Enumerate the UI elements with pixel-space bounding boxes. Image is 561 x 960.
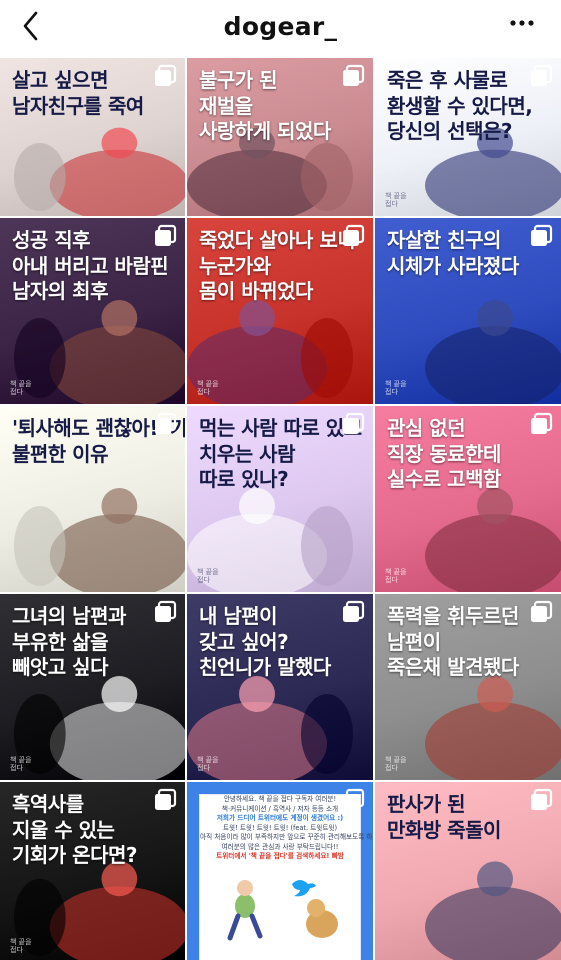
post-tile[interactable]: 자살한 친구의 시체가 사라졌다 책 끝을 접다 bbox=[375, 218, 561, 404]
post-tile[interactable]: 그녀의 남편과 부유한 삶을 빼앗고 싶다 책 끝을 접다 bbox=[0, 594, 185, 780]
post-title-line: 죽은채 발견됐다 bbox=[387, 655, 519, 680]
post-tile[interactable]: 판사가 된 만화방 죽돌이 bbox=[375, 782, 561, 960]
carousel-icon bbox=[155, 64, 177, 86]
watermark-logo: 책 끝을 접다 bbox=[385, 756, 407, 772]
notice-card: 안녕하세요. 책 끝을 접다 구독자 여러분! 책·커뮤니케이션 / 흑역사 / … bbox=[199, 794, 373, 960]
post-title-line: 환생할 수 있다면, bbox=[387, 93, 533, 118]
watermark-line: 책 끝을 bbox=[10, 937, 32, 946]
watermark-line: 책 끝을 bbox=[385, 755, 407, 764]
watermark-line: 접다 bbox=[197, 763, 210, 772]
more-horizontal-icon[interactable] bbox=[509, 18, 535, 28]
post-title-line: 아내 버리고 바람핀 bbox=[12, 253, 169, 278]
notice-line: 여러분의 많은 관심과 사랑 부탁드립니다!! bbox=[221, 842, 339, 851]
carousel-icon bbox=[343, 64, 365, 86]
watermark-logo: 책 끝을 접다 bbox=[385, 568, 407, 584]
watermark-line: 책 끝을 bbox=[385, 191, 407, 200]
post-title-line: 치우는 사람 bbox=[199, 441, 295, 466]
watermark-line: 책 끝을 bbox=[385, 567, 407, 576]
carousel-icon bbox=[531, 224, 553, 246]
watermark-line: 책 끝을 bbox=[10, 755, 32, 764]
post-tile[interactable]: 죽은 후 사물로 환생할 수 있다면, 당신의 선택은? 책 끝을 접다 bbox=[375, 58, 561, 216]
carousel-icon bbox=[155, 412, 177, 434]
watermark-line: 접다 bbox=[385, 575, 398, 584]
carousel-icon bbox=[343, 412, 365, 434]
post-title-line: 빼앗고 싶다 bbox=[12, 655, 108, 680]
twitter-illustration bbox=[227, 879, 338, 941]
watermark-logo: 책 끝을 접다 bbox=[197, 756, 219, 772]
post-tile-notice[interactable]: 안녕하세요. 책 끝을 접다 구독자 여러분! 책·커뮤니케이션 / 흑역사 / … bbox=[187, 782, 373, 960]
watermark-logo: 책 끝을 접다 bbox=[385, 380, 407, 396]
watermark-line: 접다 bbox=[197, 387, 210, 396]
watermark-line: 접다 bbox=[10, 945, 23, 954]
posts-grid: 살고 싶으면 남자친구를 죽여 불구가 된 재벌을 사랑하게 되었다 죽은 후 사물로 환생… bbox=[0, 58, 561, 960]
carousel-icon bbox=[531, 600, 553, 622]
notice-line: 안녕하세요. 책 끝을 접다 구독자 여러분! bbox=[223, 795, 337, 803]
watermark-logo: 책 끝을 접다 bbox=[197, 380, 219, 396]
profile-header: dogear_ bbox=[0, 0, 561, 56]
post-tile[interactable]: 폭력을 휘두르던 남편이 죽은채 발견됐다 책 끝을 접다 bbox=[375, 594, 561, 780]
post-tile[interactable]: 관심 없던 직장 동료한테 실수로 고백함 책 끝을 접다 bbox=[375, 406, 561, 592]
twitter-bird-icon bbox=[292, 879, 316, 897]
post-title-line: 실수로 고백함 bbox=[387, 467, 501, 492]
post-tile[interactable]: 불구가 된 재벌을 사랑하게 되었다 bbox=[187, 58, 373, 216]
watermark-logo: 책 끝을 접다 bbox=[10, 756, 32, 772]
watermark-line: 책 끝을 bbox=[197, 755, 219, 764]
post-title-line: 재벌을 bbox=[199, 93, 253, 118]
post-title-line: 남편이 bbox=[387, 629, 441, 654]
post-title-line: 몸이 바뀌었다 bbox=[199, 279, 313, 304]
post-tile[interactable]: 성공 직후 아내 버리고 바람핀 남자의 최후 책 끝을 접다 bbox=[0, 218, 185, 404]
post-title-line: 시체가 사라졌다 bbox=[387, 253, 519, 278]
post-title-line: 친언니가 말했다 bbox=[199, 655, 331, 680]
watermark-line: 접다 bbox=[10, 763, 23, 772]
post-tile[interactable]: '퇴사해도 괜찮아!' 가 불편한 이유 bbox=[0, 406, 185, 592]
carousel-icon bbox=[531, 412, 553, 434]
post-tile[interactable]: 먹는 사람 따로 있고 치우는 사람 따로 있나? 책 끝을 접다 bbox=[187, 406, 373, 592]
watermark-line: 책 끝을 bbox=[197, 379, 219, 388]
post-title-line: 당신의 선택은? bbox=[387, 119, 512, 144]
carousel-icon bbox=[155, 224, 177, 246]
post-title-line: 갖고 싶어? bbox=[199, 629, 289, 654]
watermark-line: 접다 bbox=[385, 763, 398, 772]
watermark-logo: 책 끝을 접다 bbox=[10, 380, 32, 396]
notice-line: 저희가 드디어 트위터에도 계정이 생겼어요 :) bbox=[216, 814, 344, 823]
notice-line: 책·커뮤니케이션 / 흑역사 / 저자 등등 소개 bbox=[221, 804, 339, 813]
post-title-line: 불편한 이유 bbox=[12, 441, 108, 466]
carousel-icon bbox=[343, 224, 365, 246]
watermark-logo: 책 끝을 접다 bbox=[10, 938, 32, 954]
carousel-icon bbox=[531, 64, 553, 86]
watermark-line: 책 끝을 bbox=[10, 379, 32, 388]
carousel-icon bbox=[531, 788, 553, 810]
watermark-logo: 책 끝을 접다 bbox=[385, 192, 407, 208]
post-tile[interactable]: 죽었다 살아나 보니 누군가와 몸이 바뀌었다 책 끝을 접다 bbox=[187, 218, 373, 404]
watermark-line: 접다 bbox=[385, 199, 398, 208]
watermark-logo: 책 끝을 접다 bbox=[197, 568, 219, 584]
carousel-icon bbox=[155, 600, 177, 622]
post-title-line: 사랑하게 되었다 bbox=[199, 119, 331, 144]
watermark-line: 접다 bbox=[10, 387, 23, 396]
post-title-line: 누군가와 bbox=[199, 253, 271, 278]
post-title-line: 남자의 최후 bbox=[12, 279, 108, 304]
post-tile[interactable]: 흑역사를 지울 수 있는 기회가 온다면? 책 끝을 접다 bbox=[0, 782, 185, 960]
watermark-line: 접다 bbox=[385, 387, 398, 396]
watermark-line: 접다 bbox=[197, 575, 210, 584]
carousel-icon bbox=[343, 600, 365, 622]
profile-username: dogear_ bbox=[223, 12, 338, 41]
notice-line: 트위터에서 '책 끝을 접다'를 검색하세요! 빠밤 bbox=[216, 852, 344, 861]
post-tile[interactable]: 내 남편이 갖고 싶어? 친언니가 말했다 책 끝을 접다 bbox=[187, 594, 373, 780]
watermark-line: 책 끝을 bbox=[197, 567, 219, 576]
watermark-line: 책 끝을 bbox=[385, 379, 407, 388]
post-tile[interactable]: 살고 싶으면 남자친구를 죽여 bbox=[0, 58, 185, 216]
carousel-icon bbox=[343, 788, 365, 810]
post-title-line: 기회가 온다면? bbox=[12, 843, 137, 868]
post-title-line: 남자친구를 죽여 bbox=[12, 93, 144, 118]
notice-line: 아직 처음이라 많이 부족하지만 앞으로 꾸준히 관리해보도록 하겠습니다! bbox=[200, 833, 373, 842]
post-title-line: 따로 있나? bbox=[199, 467, 289, 492]
notice-line: 트윗! 트윗! 트윗! 트윗! (feat. 트윗트윗) bbox=[222, 823, 338, 832]
carousel-icon bbox=[155, 788, 177, 810]
post-title-line: 지울 수 있는 bbox=[12, 817, 115, 842]
post-title-line: 부유한 삶을 bbox=[12, 629, 108, 654]
post-title-line: 직장 동료한테 bbox=[387, 441, 501, 466]
post-title-line: 만화방 죽돌이 bbox=[387, 817, 501, 842]
